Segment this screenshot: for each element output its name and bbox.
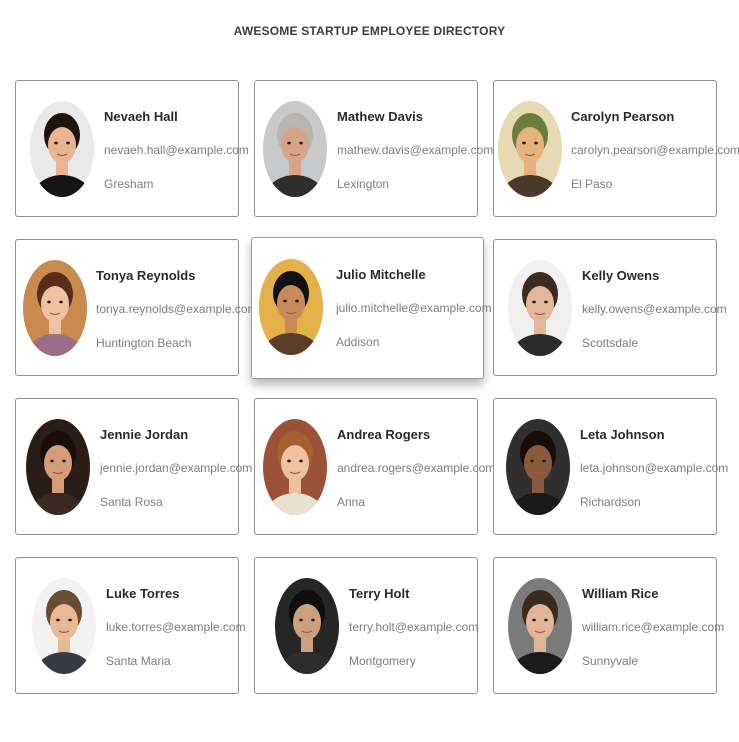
employee-card[interactable]: Julio Mitchelle julio.mitchelle@example.… <box>251 237 492 379</box>
employee-city: Gresham <box>104 177 154 191</box>
employee-name: Kelly Owens <box>582 268 660 283</box>
employee-name: Carolyn Pearson <box>571 109 675 124</box>
employee-grid: Nevaeh Hall nevaeh.hall@example.com Gres… <box>0 0 739 742</box>
employee-card[interactable]: Leta Johnson leta.johnson@example.com Ri… <box>493 398 728 535</box>
employee-name: Julio Mitchelle <box>336 267 426 282</box>
avatar <box>26 419 90 515</box>
employee-email: mathew.davis@example.com <box>337 143 494 157</box>
employee-city: Richardson <box>580 495 641 509</box>
employee-name: Jennie Jordan <box>100 427 189 442</box>
employee-card[interactable]: Tonya Reynolds tonya.reynolds@example.co… <box>15 239 258 376</box>
employee-city: Sunnyvale <box>582 654 639 668</box>
avatar <box>32 578 96 674</box>
employee-card[interactable]: Luke Torres luke.torres@example.com Sant… <box>15 557 246 694</box>
employee-name: Nevaeh Hall <box>104 109 178 124</box>
employee-email: carolyn.pearson@example.com <box>571 143 739 157</box>
employee-name: Terry Holt <box>349 586 410 601</box>
employee-card[interactable]: Terry Holt terry.holt@example.com Montgo… <box>254 557 478 694</box>
employee-email: leta.johnson@example.com <box>580 461 729 475</box>
avatar <box>498 101 562 197</box>
employee-card[interactable]: Nevaeh Hall nevaeh.hall@example.com Gres… <box>15 80 249 217</box>
employee-email: luke.torres@example.com <box>106 620 246 634</box>
employee-email: andrea.rogers@example.com <box>337 461 496 475</box>
employee-name: Leta Johnson <box>580 427 665 442</box>
employee-city: Scottsdale <box>582 336 639 350</box>
employee-card[interactable]: Mathew Davis mathew.davis@example.com Le… <box>254 80 493 217</box>
employee-name: Mathew Davis <box>337 109 423 124</box>
avatar <box>506 419 570 515</box>
employee-city: Addison <box>336 335 380 349</box>
avatar <box>263 419 327 515</box>
employee-name: Andrea Rogers <box>337 427 431 442</box>
avatar <box>508 578 572 674</box>
employee-email: kelly.owens@example.com <box>582 302 727 316</box>
employee-email: julio.mitchelle@example.com <box>336 301 492 315</box>
employee-city: El Paso <box>571 177 613 191</box>
employee-card[interactable]: Andrea Rogers andrea.rogers@example.com … <box>254 398 495 535</box>
employee-card[interactable]: Carolyn Pearson carolyn.pearson@example.… <box>493 80 739 217</box>
employee-city: Montgomery <box>349 654 416 668</box>
avatar <box>30 101 94 197</box>
avatar <box>275 578 339 674</box>
employee-card[interactable]: Jennie Jordan jennie.jordan@example.com … <box>15 398 252 535</box>
employee-email: jennie.jordan@example.com <box>100 461 253 475</box>
employee-email: tonya.reynolds@example.com <box>96 302 258 316</box>
avatar <box>23 260 87 356</box>
avatar <box>263 101 327 197</box>
employee-email: terry.holt@example.com <box>349 620 479 634</box>
employee-city: Santa Maria <box>106 654 171 668</box>
employee-card[interactable]: William Rice william.rice@example.com Su… <box>493 557 724 694</box>
employee-city: Huntington Beach <box>96 336 192 350</box>
employee-email: william.rice@example.com <box>582 620 725 634</box>
avatar <box>508 260 572 356</box>
avatar <box>259 259 323 355</box>
employee-name: William Rice <box>582 586 659 601</box>
employee-card[interactable]: Kelly Owens kelly.owens@example.com Scot… <box>493 239 727 376</box>
employee-email: nevaeh.hall@example.com <box>104 143 249 157</box>
employee-name: Luke Torres <box>106 586 180 601</box>
employee-name: Tonya Reynolds <box>96 268 196 283</box>
employee-city: Santa Rosa <box>100 495 163 509</box>
employee-city: Lexington <box>337 177 390 191</box>
employee-city: Anna <box>337 495 366 509</box>
